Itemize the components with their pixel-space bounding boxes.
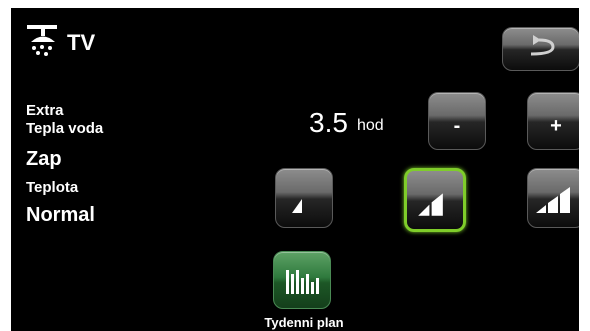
hot-water-state: Zap <box>26 148 62 170</box>
minus-label: - <box>453 114 461 137</box>
duration-value: 3.5 <box>309 107 348 138</box>
decrease-button[interactable]: - <box>428 92 486 150</box>
increase-button[interactable]: + <box>527 92 579 150</box>
temperature-level-3-button[interactable] <box>527 168 579 228</box>
shower-icon <box>27 25 57 56</box>
hot-water-label: Tepla voda <box>26 120 104 137</box>
extra-label: Extra <box>26 102 64 119</box>
weekly-plan-label: Tydenni plan <box>264 315 344 330</box>
temperature-level-2-button[interactable] <box>404 168 466 232</box>
weekly-plan-button[interactable] <box>273 251 331 309</box>
level-3-icon <box>536 187 570 213</box>
temperature-value: Normal <box>26 204 95 226</box>
level-2-icon <box>418 193 443 216</box>
bar-chart-icon <box>286 270 319 294</box>
back-arrow-icon <box>530 35 555 56</box>
page-title: TV <box>67 30 96 55</box>
level-1-icon <box>292 199 302 213</box>
plus-label: + <box>550 114 562 137</box>
temperature-level-1-button[interactable] <box>275 168 333 228</box>
duration-unit: hod <box>357 117 384 134</box>
back-button[interactable] <box>502 27 579 71</box>
screen: TV Extra Tepla voda Zap Teplota Normal 3… <box>11 8 579 331</box>
temperature-label: Teplota <box>26 179 79 196</box>
